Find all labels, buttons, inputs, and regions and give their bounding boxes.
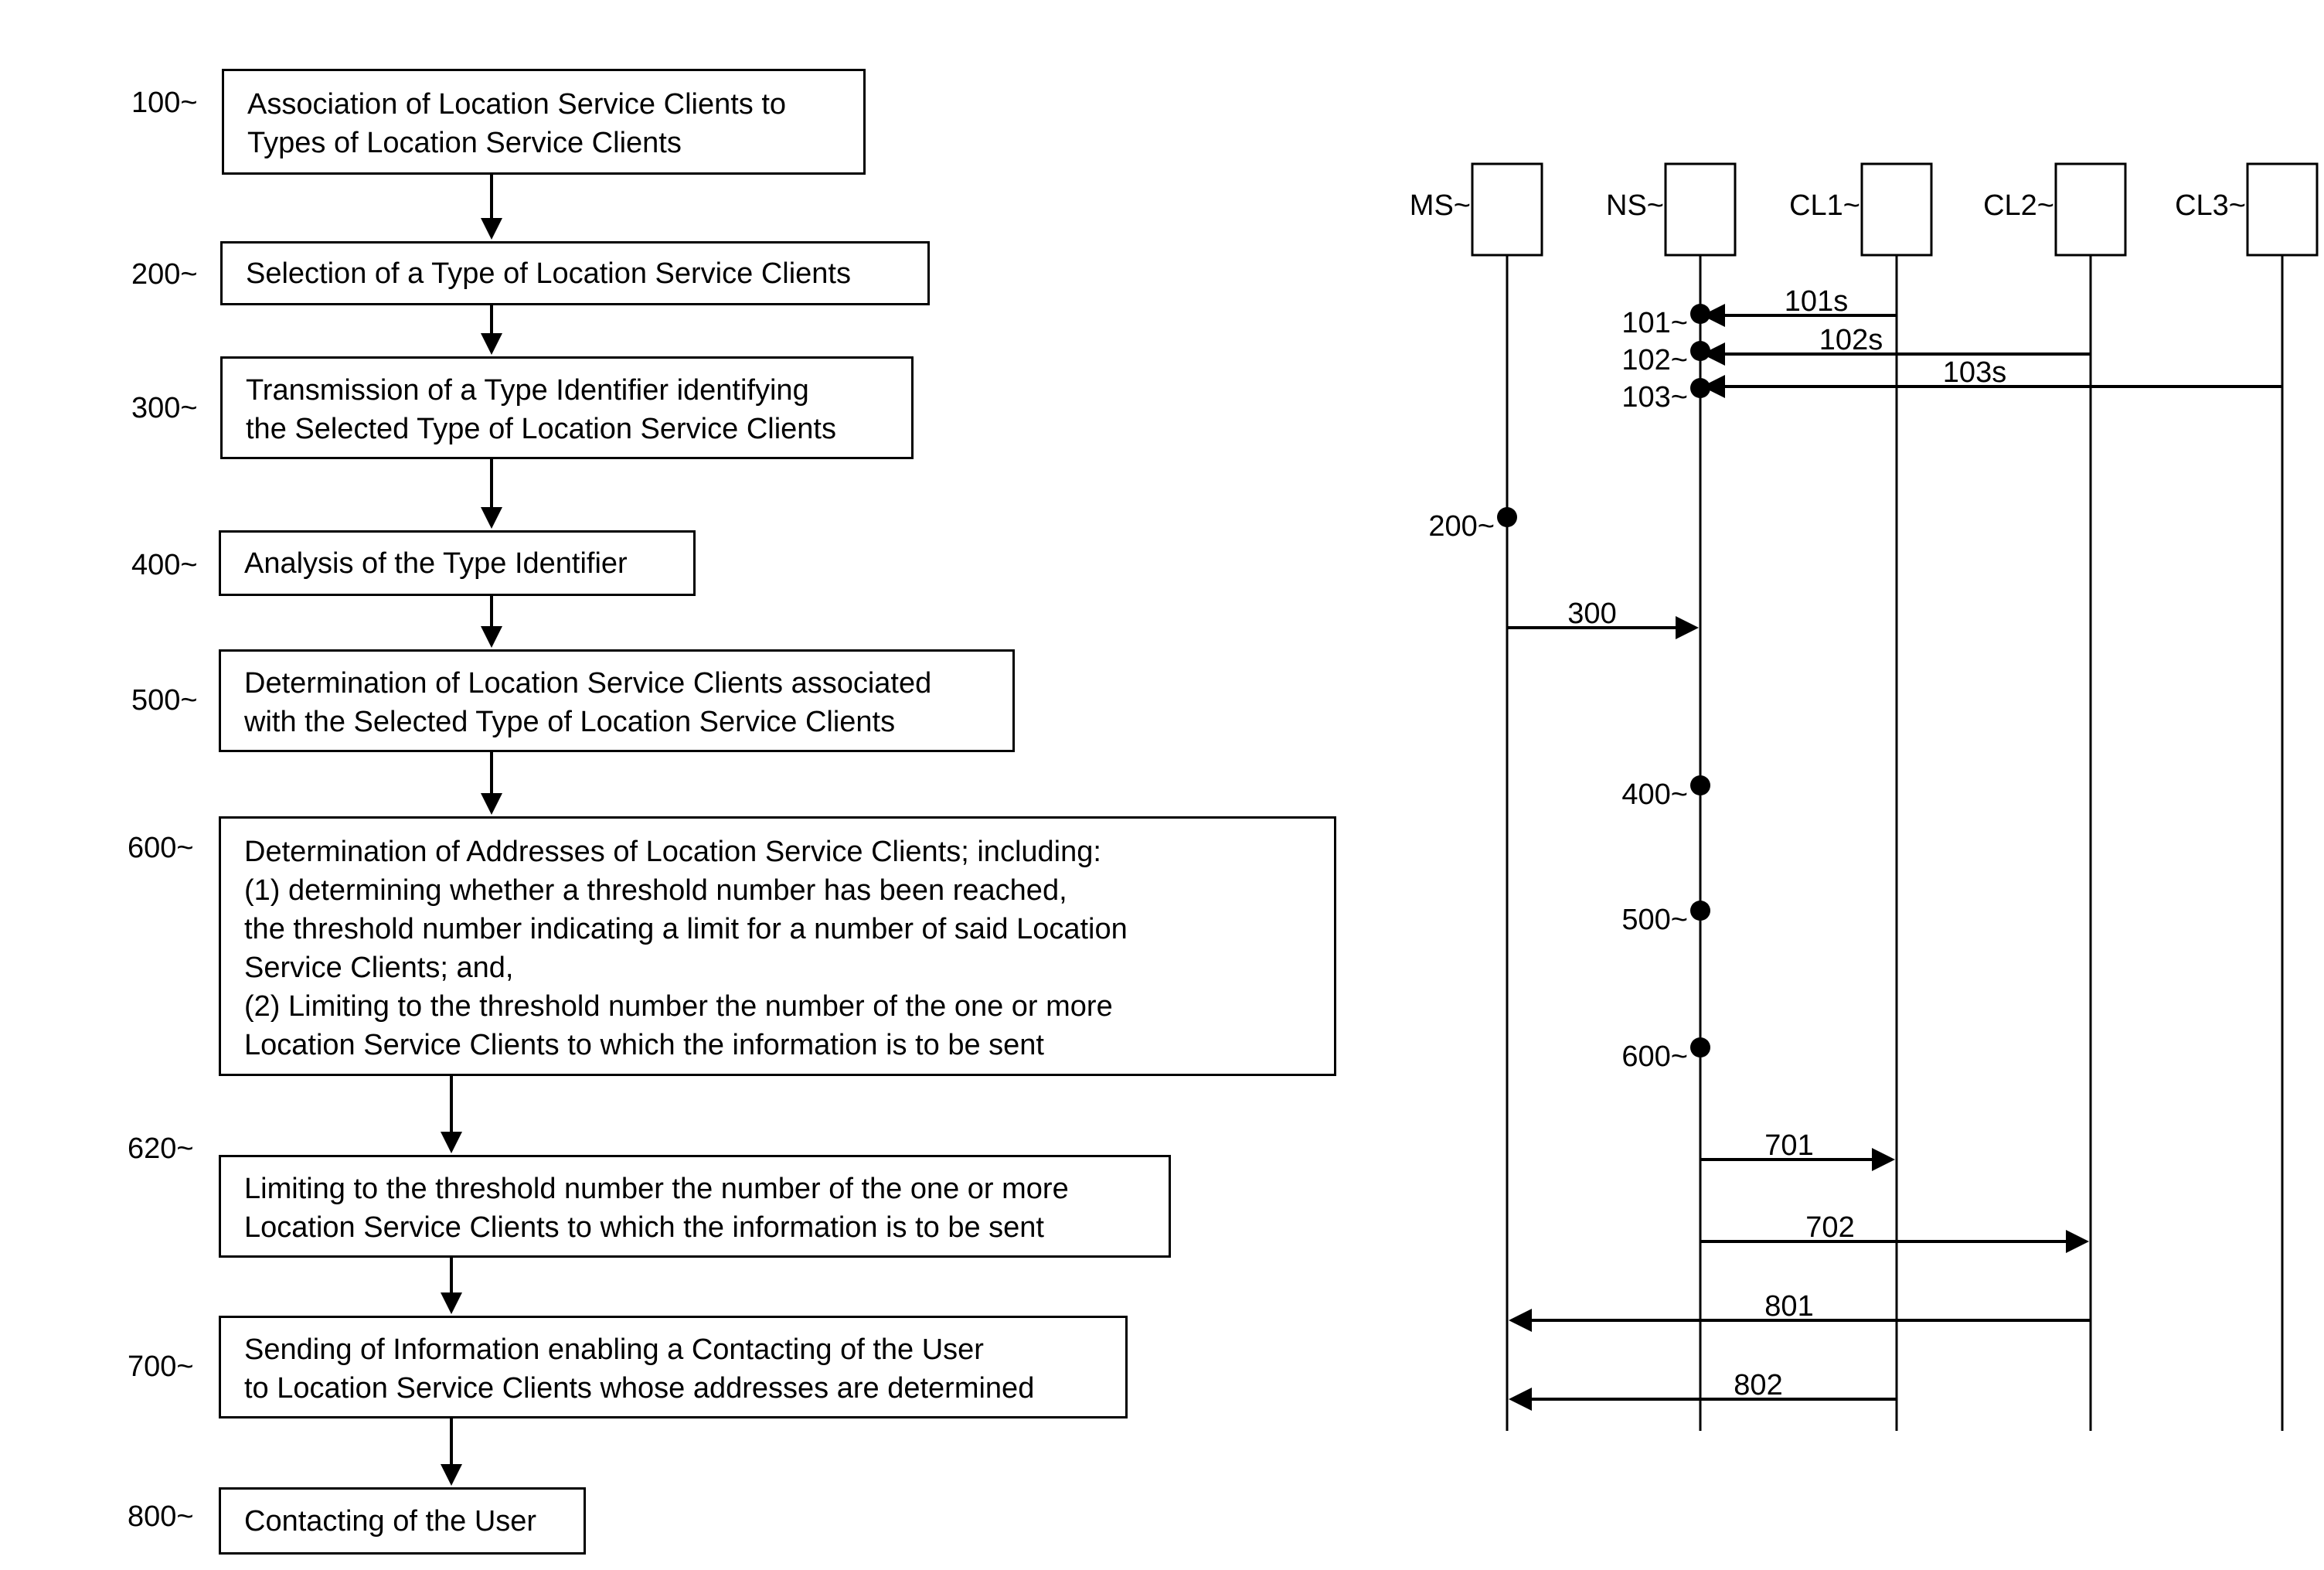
- arrowhead-icon: [1509, 1309, 1532, 1332]
- message-label-101s: 101s: [1785, 285, 1848, 318]
- event-dot-400: [1690, 775, 1710, 795]
- flow-arrow-400-500: [481, 596, 502, 648]
- event-label-600: 600~: [1621, 1040, 1688, 1073]
- message-label-300: 300: [1567, 598, 1616, 630]
- flow-arrow-600-620: [441, 1076, 462, 1153]
- message-label-702: 702: [1805, 1211, 1854, 1244]
- message-label-701: 701: [1764, 1129, 1813, 1162]
- sequence-diagram: MS~ NS~ CL1~ CL2~ CL3~ 101~ 102~ 103~ 200~ 400~ 50…: [1410, 162, 2319, 1431]
- participant-label-ms: MS~: [1410, 189, 1471, 222]
- event-dot-500: [1690, 901, 1710, 921]
- flow-arrow-700-800: [441, 1418, 462, 1486]
- flow-arrow-500-600: [481, 752, 502, 815]
- message-label-801: 801: [1764, 1290, 1813, 1323]
- message-label-102s: 102s: [1819, 324, 1883, 356]
- participant-label-cl2: CL2~: [1983, 189, 2054, 222]
- participant-box-ms: [1471, 162, 1543, 257]
- message-label-802: 802: [1734, 1369, 1782, 1401]
- arrowhead-icon: [1509, 1388, 1532, 1411]
- flow-arrow-200-300: [481, 305, 502, 355]
- event-dot-200: [1497, 507, 1517, 527]
- arrowhead-icon: [1676, 616, 1699, 639]
- participant-box-cl1: [1860, 162, 1933, 257]
- arrowhead-icon: [2066, 1230, 2089, 1253]
- event-label-500: 500~: [1621, 904, 1688, 936]
- participant-box-cl2: [2054, 162, 2127, 257]
- event-dot-102: [1690, 341, 1710, 361]
- event-dot-600: [1690, 1037, 1710, 1057]
- event-label-200: 200~: [1428, 510, 1495, 543]
- arrowhead-icon: [1872, 1148, 1895, 1171]
- flow-arrow-620-700: [441, 1258, 462, 1314]
- participant-label-cl3: CL3~: [2175, 189, 2246, 222]
- participant-label-ns: NS~: [1606, 189, 1664, 222]
- message-label-103s: 103s: [1943, 356, 2006, 389]
- participant-label-cl1: CL1~: [1789, 189, 1860, 222]
- event-label-400: 400~: [1621, 778, 1688, 811]
- event-label-102: 102~: [1621, 344, 1688, 376]
- participant-box-cl3: [2246, 162, 2319, 257]
- flow-arrows: [441, 175, 502, 1486]
- event-label-101: 101~: [1621, 307, 1688, 339]
- flow-arrow-100-200: [481, 175, 502, 240]
- flow-arrow-300-400: [481, 459, 502, 529]
- event-label-103: 103~: [1621, 381, 1688, 414]
- diagram-canvas: MS~ NS~ CL1~ CL2~ CL3~ 101~ 102~ 103~ 200~ 400~ 50…: [441, 162, 2319, 1486]
- participant-box-ns: [1664, 162, 1737, 257]
